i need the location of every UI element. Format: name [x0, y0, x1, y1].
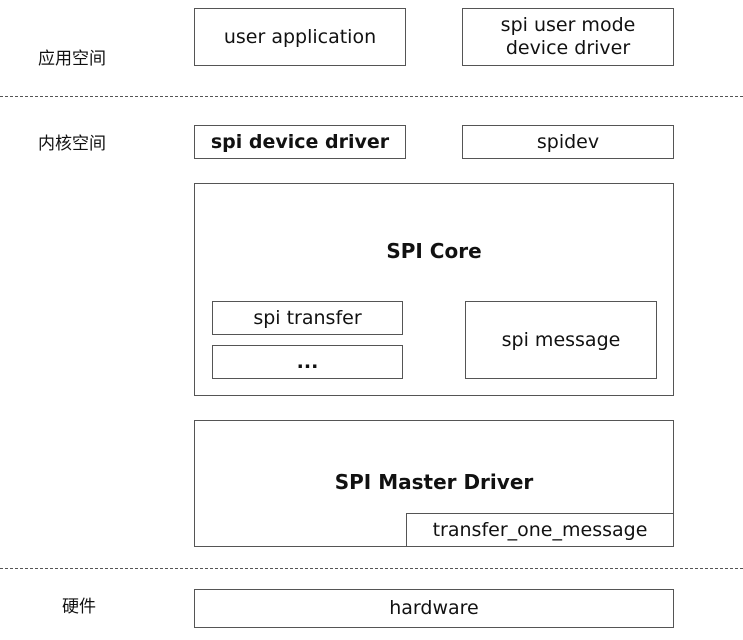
- kernel-space-label: 内核空间: [38, 134, 106, 154]
- kernel-hardware-divider: [0, 568, 743, 569]
- user-application-box: user application: [194, 8, 406, 66]
- ellipsis-box: ...: [212, 345, 403, 379]
- transfer-one-message-box: transfer_one_message: [406, 513, 674, 547]
- user-space-label: 应用空间: [38, 49, 106, 69]
- spidev-box: spidev: [462, 125, 674, 159]
- spi-message-box: spi message: [465, 301, 657, 379]
- spi-core-title: SPI Core: [386, 239, 482, 263]
- spi-transfer-box: spi transfer: [212, 301, 403, 335]
- spi-user-mode-driver-box: spi user mode device driver: [462, 8, 674, 66]
- spi-device-driver-box: spi device driver: [194, 125, 406, 159]
- spi-master-driver-title: SPI Master Driver: [334, 470, 534, 494]
- user-kernel-divider: [0, 96, 743, 97]
- hardware-layer-label: 硬件: [62, 597, 96, 617]
- hardware-box: hardware: [194, 589, 674, 628]
